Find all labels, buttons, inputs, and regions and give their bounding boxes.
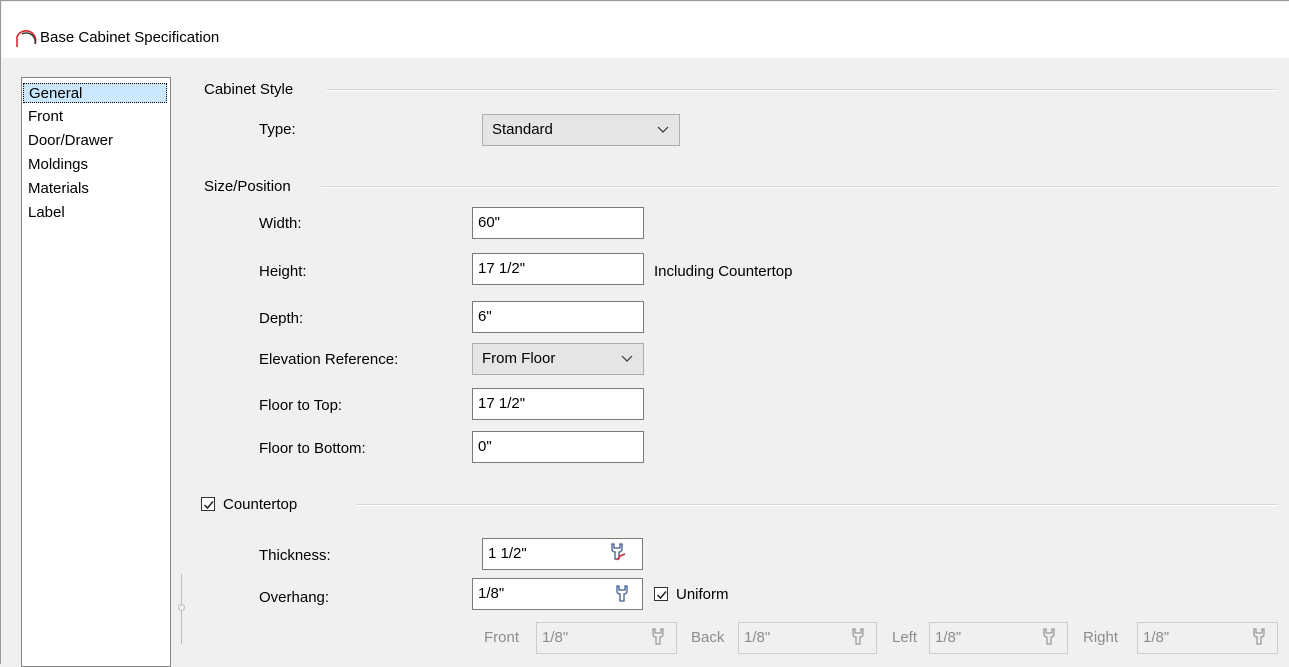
depth-field[interactable]: 6": [472, 301, 644, 333]
nav-item-door-drawer[interactable]: Door/Drawer: [23, 131, 167, 151]
floor-to-bottom-field[interactable]: 0": [472, 431, 644, 463]
group-divider: [326, 89, 1278, 91]
nav-item-general[interactable]: General: [23, 83, 167, 103]
height-note: Including Countertop: [654, 263, 793, 280]
nav-item-moldings[interactable]: Moldings: [23, 155, 167, 175]
category-list[interactable]: General Front Door/Drawer Moldings Mater…: [21, 77, 171, 667]
type-select-value: Standard: [492, 121, 553, 138]
elevation-reference-label: Elevation Reference:: [259, 351, 399, 368]
group-divider: [321, 186, 1278, 188]
wrench-default-icon[interactable]: [608, 542, 626, 562]
countertop-heading: Countertop: [223, 496, 298, 513]
size-position-heading: Size/Position: [204, 178, 291, 195]
countertop-checkbox[interactable]: [201, 497, 215, 511]
wrench-default-icon: [852, 628, 864, 645]
checkmark-icon: [656, 591, 667, 600]
nav-item-label[interactable]: Label: [23, 203, 167, 223]
type-label: Type:: [259, 121, 296, 138]
checkmark-icon: [203, 501, 214, 510]
thickness-value: 1 1/2": [488, 545, 527, 562]
width-label: Width:: [259, 215, 302, 232]
thickness-label: Thickness:: [259, 547, 331, 564]
group-divider: [356, 504, 1278, 506]
overhang-label: Overhang:: [259, 589, 330, 606]
dialog-window: Base Cabinet Specification General Front…: [0, 0, 1289, 667]
wrench-default-icon: [1043, 628, 1055, 645]
floor-to-bottom-label: Floor to Bottom:: [259, 440, 366, 457]
elevation-reference-value: From Floor: [482, 350, 556, 367]
splitter-handle[interactable]: [178, 604, 185, 611]
depth-label: Depth:: [259, 310, 304, 327]
uniform-checkbox[interactable]: [654, 587, 668, 601]
overhang-value: 1/8": [478, 585, 505, 602]
width-field[interactable]: 60": [472, 207, 644, 239]
height-field[interactable]: 17 1/2": [472, 253, 644, 285]
back-overhang-label: Back: [691, 629, 725, 646]
wrench-default-icon[interactable]: [613, 584, 631, 604]
title-bar: Base Cabinet Specification: [2, 2, 1289, 58]
right-overhang-label: Right: [1083, 629, 1119, 646]
chevron-down-icon: [657, 126, 669, 133]
front-overhang-label: Front: [484, 629, 520, 646]
cabinet-style-heading: Cabinet Style: [204, 81, 294, 98]
left-overhang-label: Left: [892, 629, 918, 646]
wrench-default-icon: [652, 628, 664, 645]
elevation-reference-select[interactable]: From Floor: [472, 343, 644, 375]
floor-to-top-field[interactable]: 17 1/2": [472, 388, 644, 420]
wrench-default-icon: [1253, 628, 1265, 645]
type-select[interactable]: Standard: [482, 114, 680, 146]
cabinet-arc-icon: [16, 30, 37, 47]
uniform-label: Uniform: [676, 586, 729, 603]
height-label: Height:: [259, 263, 307, 280]
nav-item-materials[interactable]: Materials: [23, 179, 167, 199]
nav-item-front[interactable]: Front: [23, 107, 167, 127]
window-title: Base Cabinet Specification: [40, 29, 220, 46]
floor-to-top-label: Floor to Top:: [259, 397, 343, 414]
chevron-down-icon: [621, 355, 633, 362]
